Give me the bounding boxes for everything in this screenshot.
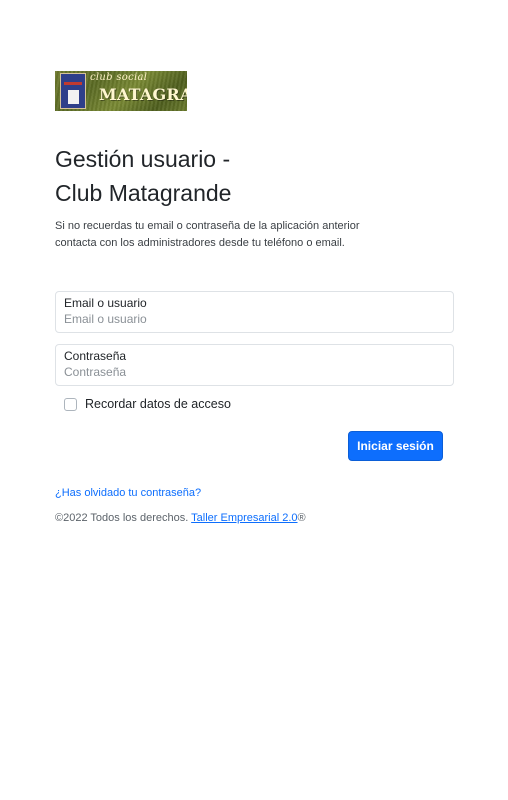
club-logo: club social MATAGRANDE <box>55 71 187 111</box>
email-field-label: Email o usuario <box>64 296 147 310</box>
email-field[interactable]: Email o usuario <box>55 291 454 333</box>
page-title-line2: Club Matagrande <box>55 180 232 206</box>
remember-me-option[interactable]: Recordar datos de acceso <box>64 397 231 411</box>
club-emblem-icon <box>60 73 86 109</box>
login-page: club social MATAGRANDE Gestión usuario -… <box>0 0 508 800</box>
footer: ©2022 Todos los derechos. Taller Empresa… <box>55 512 306 524</box>
trademark-symbol: ® <box>297 512 306 524</box>
page-title: Gestión usuario - Club Matagrande <box>55 142 315 210</box>
remember-me-checkbox[interactable] <box>64 397 77 411</box>
help-text: Si no recuerdas tu email o contraseña de… <box>55 220 360 249</box>
logo-subtitle: club social <box>90 72 148 83</box>
page-title-line1: Gestión usuario - <box>55 146 231 172</box>
password-input[interactable] <box>64 365 444 379</box>
logo-name: MATAGRANDE <box>99 85 187 104</box>
password-field-label: Contraseña <box>64 349 127 363</box>
remember-me-label: Recordar datos de acceso <box>85 397 231 411</box>
email-input[interactable] <box>64 312 444 326</box>
company-link[interactable]: Taller Empresarial 2.0 <box>191 512 297 524</box>
footer-copyright: ©2022 Todos los derechos. <box>55 512 189 524</box>
forgot-password-link[interactable]: ¿Has olvidado tu contraseña? <box>55 487 201 499</box>
password-field[interactable]: Contraseña <box>55 344 454 386</box>
login-button[interactable]: Iniciar sesión <box>348 431 443 461</box>
